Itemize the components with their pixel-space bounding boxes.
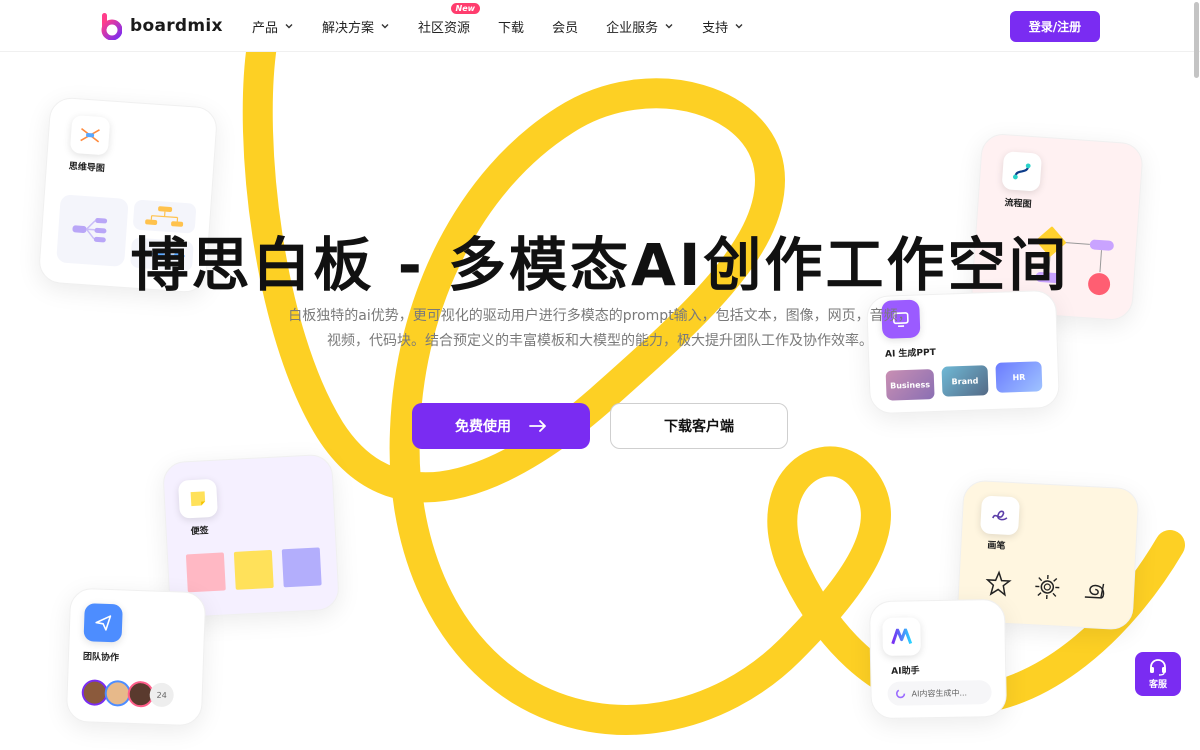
nav-item-support[interactable]: 支持 xyxy=(702,17,744,36)
download-client-button[interactable]: 下载客户端 xyxy=(610,403,788,449)
free-use-button[interactable]: 免费使用 xyxy=(412,403,590,449)
customer-service-button[interactable]: 客服 xyxy=(1135,652,1181,696)
card-ai-assistant[interactable]: AI助手 AI内容生成中... xyxy=(868,598,1008,720)
ai-prompt-input[interactable]: AI内容生成中... xyxy=(887,680,992,706)
mindmap-icon xyxy=(69,114,111,156)
headset-icon xyxy=(1150,659,1166,676)
hero-description-line: 视频，代码块。结合预定义的丰富模板和大模型的能力，极大提升团队工作及协作效率。 xyxy=(327,333,873,349)
card-label: 思维导图 xyxy=(68,161,106,175)
card-label: 便签 xyxy=(190,526,209,538)
boardmix-logo[interactable]: boardmix xyxy=(100,12,223,40)
chevron-down-icon xyxy=(665,24,673,29)
login-register-button[interactable]: 登录/注册 xyxy=(1010,11,1100,42)
nav-item-community[interactable]: 社区资源 New xyxy=(418,2,481,36)
flowchart-icon xyxy=(1001,151,1043,192)
arrow-right-icon xyxy=(529,420,546,432)
nav-label: 解决方案 xyxy=(322,20,375,36)
template-label: HR xyxy=(1012,372,1026,382)
sticky-note-purple xyxy=(281,547,322,588)
more-members-count: 24 xyxy=(149,682,175,708)
nav-item-membership[interactable]: 会员 xyxy=(552,17,578,36)
sticky-note-icon xyxy=(178,478,218,519)
ppt-template-brand[interactable]: Brand xyxy=(941,365,989,397)
boardmix-logo-icon xyxy=(101,13,122,40)
sticky-note-pink xyxy=(185,552,226,593)
hero-description-line: 白板独特的ai优势，更可视化的驱动用户进行多模态的prompt输入，包括文本，图… xyxy=(288,308,912,324)
scrollbar-thumb[interactable] xyxy=(1194,2,1199,78)
chevron-down-icon xyxy=(285,24,293,29)
card-label: 画笔 xyxy=(987,540,1006,552)
member-count: 24 xyxy=(156,690,167,700)
send-icon xyxy=(83,603,123,643)
brand-name: boardmix xyxy=(130,16,223,36)
service-label: 客服 xyxy=(1148,680,1167,690)
new-badge: New xyxy=(450,2,481,14)
pen-icon xyxy=(980,495,1020,536)
chevron-down-icon xyxy=(735,24,743,29)
ai-input-status: AI内容生成中... xyxy=(911,687,968,698)
nav-label: 下载 xyxy=(498,20,525,36)
template-label: Business xyxy=(889,379,931,391)
nav-item-products[interactable]: 产品 xyxy=(252,17,294,36)
nav-label: 产品 xyxy=(252,20,279,36)
nav-item-enterprise[interactable]: 企业服务 xyxy=(606,17,674,36)
nav-label: 社区资源 xyxy=(418,20,471,36)
template-label: Brand xyxy=(951,375,979,386)
snail-doodle-icon xyxy=(1084,583,1105,599)
nav-label: 会员 xyxy=(552,20,579,36)
card-team-collaboration[interactable]: 团队协作 24 xyxy=(65,587,207,727)
sticky-note-yellow xyxy=(233,549,274,590)
nav-item-download[interactable]: 下载 xyxy=(498,17,524,36)
loading-spinner-icon xyxy=(895,689,906,699)
card-label: 流程图 xyxy=(1004,198,1032,211)
sun-doodle-icon xyxy=(1035,574,1060,600)
hero-description: 白板独特的ai优势，更可视化的驱动用户进行多模态的prompt输入，包括文本，图… xyxy=(262,304,938,354)
page-scrollbar[interactable] xyxy=(1192,0,1200,750)
top-navigation-bar: boardmix 产品 解决方案 社区资源 New 下载 会员 企业服务 支持 … xyxy=(0,0,1200,52)
button-label: 下载客户端 xyxy=(664,419,734,435)
nav-item-solutions[interactable]: 解决方案 xyxy=(322,17,390,36)
star-doodle-icon xyxy=(985,570,1012,597)
main-nav: 产品 解决方案 社区资源 New 下载 会员 企业服务 支持 xyxy=(252,0,772,52)
chevron-down-icon xyxy=(381,24,389,29)
nav-label: 企业服务 xyxy=(606,20,659,36)
nav-label: 支持 xyxy=(702,20,729,36)
ai-logo-icon xyxy=(882,617,921,656)
card-label: 团队协作 xyxy=(82,652,120,664)
ppt-template-hr[interactable]: HR xyxy=(995,361,1043,393)
hero-title: 博思白板 - 多模态AI创作工作空间 xyxy=(130,231,1070,299)
ppt-template-business[interactable]: Business xyxy=(885,369,935,401)
card-label: AI助手 xyxy=(891,666,920,677)
button-label: 免费使用 xyxy=(455,419,511,435)
